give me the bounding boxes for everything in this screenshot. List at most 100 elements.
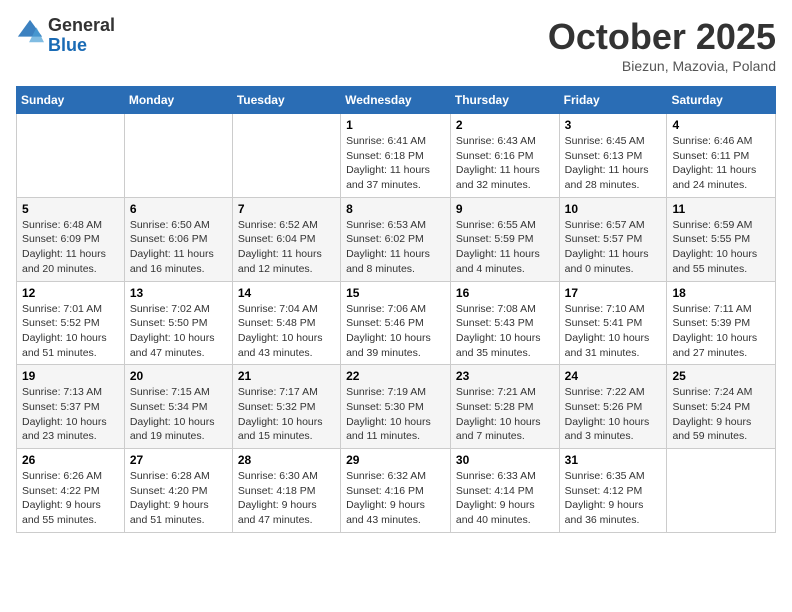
- calendar-cell: 21 Sunrise: 7:17 AM Sunset: 5:32 PM Dayli…: [232, 365, 340, 449]
- day-info: Sunrise: 7:21 AM Sunset: 5:28 PM Dayligh…: [456, 385, 554, 444]
- calendar-cell: 9 Sunrise: 6:55 AM Sunset: 5:59 PM Daylig…: [450, 197, 559, 281]
- day-number: 1: [346, 118, 445, 132]
- calendar-cell: 28 Sunrise: 6:30 AM Sunset: 4:18 PM Dayli…: [232, 449, 340, 533]
- calendar-day-header: Thursday: [450, 87, 559, 114]
- calendar-day-header: Saturday: [667, 87, 776, 114]
- calendar-cell: 13 Sunrise: 7:02 AM Sunset: 5:50 PM Dayli…: [124, 281, 232, 365]
- day-info: Sunrise: 7:11 AM Sunset: 5:39 PM Dayligh…: [672, 302, 770, 361]
- day-number: 26: [22, 453, 119, 467]
- day-info: Sunrise: 6:28 AM Sunset: 4:20 PM Dayligh…: [130, 469, 227, 528]
- calendar-cell: 2Sunrise: 6:43 AM Sunset: 6:16 PM Daylig…: [450, 114, 559, 198]
- logo-icon: [16, 18, 44, 46]
- day-info: Sunrise: 6:26 AM Sunset: 4:22 PM Dayligh…: [22, 469, 119, 528]
- calendar-cell: 5 Sunrise: 6:48 AM Sunset: 6:09 PM Daylig…: [17, 197, 125, 281]
- calendar-cell: 10Sunrise: 6:57 AM Sunset: 5:57 PM Dayli…: [559, 197, 667, 281]
- calendar-cell: 6 Sunrise: 6:50 AM Sunset: 6:06 PM Daylig…: [124, 197, 232, 281]
- day-number: 25: [672, 369, 770, 383]
- day-info: Sunrise: 7:08 AM Sunset: 5:43 PM Dayligh…: [456, 302, 554, 361]
- day-number: 9: [456, 202, 554, 216]
- logo-general: General: [48, 16, 115, 36]
- day-number: 16: [456, 286, 554, 300]
- day-number: 28: [238, 453, 335, 467]
- day-number: 4: [672, 118, 770, 132]
- day-info: Sunrise: 6:46 AM Sunset: 6:11 PM Dayligh…: [672, 134, 770, 193]
- day-info: Sunrise: 7:13 AM Sunset: 5:37 PM Dayligh…: [22, 385, 119, 444]
- logo-text: General Blue: [48, 16, 115, 56]
- title-block: October 2025 Biezun, Mazovia, Poland: [548, 16, 776, 74]
- day-number: 11: [672, 202, 770, 216]
- day-info: Sunrise: 6:59 AM Sunset: 5:55 PM Dayligh…: [672, 218, 770, 277]
- calendar-day-header: Sunday: [17, 87, 125, 114]
- day-info: Sunrise: 6:45 AM Sunset: 6:13 PM Dayligh…: [565, 134, 662, 193]
- calendar-cell: 3 Sunrise: 6:45 AM Sunset: 6:13 PM Daylig…: [559, 114, 667, 198]
- logo-blue: Blue: [48, 36, 115, 56]
- calendar-cell: 30 Sunrise: 6:33 AM Sunset: 4:14 PM Dayli…: [450, 449, 559, 533]
- day-number: 18: [672, 286, 770, 300]
- day-info: Sunrise: 6:33 AM Sunset: 4:14 PM Dayligh…: [456, 469, 554, 528]
- calendar-cell: 27Sunrise: 6:28 AM Sunset: 4:20 PM Dayli…: [124, 449, 232, 533]
- day-info: Sunrise: 7:10 AM Sunset: 5:41 PM Dayligh…: [565, 302, 662, 361]
- calendar-cell: 15 Sunrise: 7:06 AM Sunset: 5:46 PM Dayli…: [341, 281, 451, 365]
- day-number: 8: [346, 202, 445, 216]
- day-number: 15: [346, 286, 445, 300]
- calendar-cell: 7 Sunrise: 6:52 AM Sunset: 6:04 PM Daylig…: [232, 197, 340, 281]
- calendar-cell: 31 Sunrise: 6:35 AM Sunset: 4:12 PM Dayli…: [559, 449, 667, 533]
- day-number: 7: [238, 202, 335, 216]
- calendar-cell: 19Sunrise: 7:13 AM Sunset: 5:37 PM Dayli…: [17, 365, 125, 449]
- day-info: Sunrise: 6:30 AM Sunset: 4:18 PM Dayligh…: [238, 469, 335, 528]
- day-info: Sunrise: 7:24 AM Sunset: 5:24 PM Dayligh…: [672, 385, 770, 444]
- page-header: General Blue October 2025 Biezun, Mazovi…: [16, 16, 776, 74]
- calendar-cell: 25 Sunrise: 7:24 AM Sunset: 5:24 PM Dayli…: [667, 365, 776, 449]
- calendar-cell: [124, 114, 232, 198]
- day-info: Sunrise: 7:04 AM Sunset: 5:48 PM Dayligh…: [238, 302, 335, 361]
- calendar-day-header: Wednesday: [341, 87, 451, 114]
- calendar-day-header: Tuesday: [232, 87, 340, 114]
- calendar-week-row: 1 Sunrise: 6:41 AM Sunset: 6:18 PM Daylig…: [17, 114, 776, 198]
- day-number: 29: [346, 453, 445, 467]
- calendar-cell: 29 Sunrise: 6:32 AM Sunset: 4:16 PM Dayli…: [341, 449, 451, 533]
- calendar-day-header: Monday: [124, 87, 232, 114]
- day-number: 12: [22, 286, 119, 300]
- calendar-cell: 18 Sunrise: 7:11 AM Sunset: 5:39 PM Dayli…: [667, 281, 776, 365]
- logo: General Blue: [16, 16, 115, 56]
- day-number: 20: [130, 369, 227, 383]
- day-number: 14: [238, 286, 335, 300]
- day-info: Sunrise: 6:52 AM Sunset: 6:04 PM Dayligh…: [238, 218, 335, 277]
- calendar-week-row: 5 Sunrise: 6:48 AM Sunset: 6:09 PM Daylig…: [17, 197, 776, 281]
- calendar-cell: [667, 449, 776, 533]
- calendar-cell: [17, 114, 125, 198]
- day-info: Sunrise: 7:17 AM Sunset: 5:32 PM Dayligh…: [238, 385, 335, 444]
- calendar-cell: 24Sunrise: 7:22 AM Sunset: 5:26 PM Dayli…: [559, 365, 667, 449]
- day-info: Sunrise: 6:32 AM Sunset: 4:16 PM Dayligh…: [346, 469, 445, 528]
- calendar-cell: 20 Sunrise: 7:15 AM Sunset: 5:34 PM Dayli…: [124, 365, 232, 449]
- calendar-cell: 8Sunrise: 6:53 AM Sunset: 6:02 PM Daylig…: [341, 197, 451, 281]
- calendar-cell: 12Sunrise: 7:01 AM Sunset: 5:52 PM Dayli…: [17, 281, 125, 365]
- day-number: 31: [565, 453, 662, 467]
- calendar-cell: 26 Sunrise: 6:26 AM Sunset: 4:22 PM Dayli…: [17, 449, 125, 533]
- calendar-week-row: 12Sunrise: 7:01 AM Sunset: 5:52 PM Dayli…: [17, 281, 776, 365]
- day-info: Sunrise: 6:50 AM Sunset: 6:06 PM Dayligh…: [130, 218, 227, 277]
- calendar-cell: 4 Sunrise: 6:46 AM Sunset: 6:11 PM Daylig…: [667, 114, 776, 198]
- day-info: Sunrise: 6:35 AM Sunset: 4:12 PM Dayligh…: [565, 469, 662, 528]
- calendar-cell: 22Sunrise: 7:19 AM Sunset: 5:30 PM Dayli…: [341, 365, 451, 449]
- calendar-table: SundayMondayTuesdayWednesdayThursdayFrid…: [16, 86, 776, 533]
- day-number: 30: [456, 453, 554, 467]
- calendar-day-header: Friday: [559, 87, 667, 114]
- location: Biezun, Mazovia, Poland: [548, 58, 776, 74]
- day-number: 13: [130, 286, 227, 300]
- day-number: 2: [456, 118, 554, 132]
- day-number: 5: [22, 202, 119, 216]
- calendar-cell: 11 Sunrise: 6:59 AM Sunset: 5:55 PM Dayli…: [667, 197, 776, 281]
- day-info: Sunrise: 6:55 AM Sunset: 5:59 PM Dayligh…: [456, 218, 554, 277]
- day-number: 10: [565, 202, 662, 216]
- day-info: Sunrise: 7:15 AM Sunset: 5:34 PM Dayligh…: [130, 385, 227, 444]
- day-info: Sunrise: 6:41 AM Sunset: 6:18 PM Dayligh…: [346, 134, 445, 193]
- day-info: Sunrise: 7:02 AM Sunset: 5:50 PM Dayligh…: [130, 302, 227, 361]
- day-number: 17: [565, 286, 662, 300]
- day-number: 3: [565, 118, 662, 132]
- day-number: 6: [130, 202, 227, 216]
- day-info: Sunrise: 7:19 AM Sunset: 5:30 PM Dayligh…: [346, 385, 445, 444]
- day-info: Sunrise: 6:48 AM Sunset: 6:09 PM Dayligh…: [22, 218, 119, 277]
- day-info: Sunrise: 7:06 AM Sunset: 5:46 PM Dayligh…: [346, 302, 445, 361]
- day-number: 21: [238, 369, 335, 383]
